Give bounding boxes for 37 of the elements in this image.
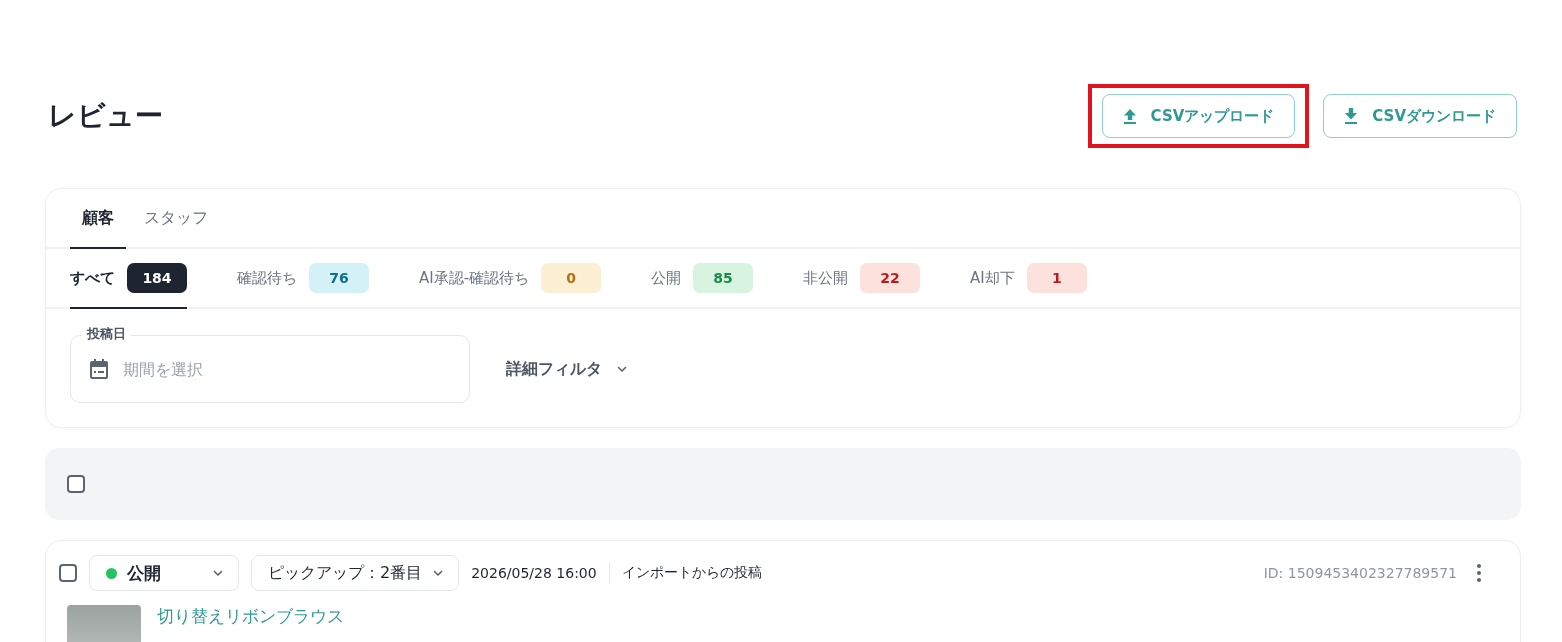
review-id: ID: 1509453402327789571: [1263, 565, 1457, 581]
status-tab[interactable]: 公開 85: [651, 249, 754, 309]
field-label: 投稿日: [82, 325, 131, 343]
count-badge: 0: [541, 263, 602, 293]
status-label: すべて: [70, 268, 115, 288]
post-date: 2026/05/28 16:00: [471, 565, 597, 581]
page-title: レビュー: [48, 98, 163, 134]
status-dropdown[interactable]: 公開: [89, 555, 239, 591]
count-badge: 1: [1026, 263, 1087, 293]
status-label: 公開: [651, 268, 682, 288]
status-label: AI承認-確認待ち: [419, 268, 530, 288]
advanced-filter-toggle[interactable]: 詳細フィルタ: [500, 357, 634, 381]
status-label: AI却下: [970, 268, 1015, 288]
audience-tab[interactable]: スタッフ: [132, 189, 220, 249]
csv-upload-button[interactable]: CSVアップロード: [1101, 94, 1296, 138]
count-badge: 76: [309, 263, 369, 293]
upload-icon: [1122, 108, 1137, 124]
status-tab[interactable]: 確認待ち 76: [237, 249, 369, 309]
download-icon: [1344, 108, 1359, 124]
audience-tab[interactable]: 顧客: [70, 189, 126, 249]
pickup-dropdown[interactable]: ピックアップ：2番目: [251, 555, 460, 591]
review-checkbox[interactable]: [59, 564, 77, 582]
post-source: インポートからの投稿: [621, 564, 762, 582]
status-tab[interactable]: 非公開 22: [803, 249, 921, 309]
count-badge: 184: [127, 263, 187, 293]
product-link[interactable]: 切り替えリボンブラウス: [157, 605, 344, 627]
status-tab[interactable]: AI却下 1: [970, 249, 1087, 309]
count-badge: 85: [693, 263, 754, 293]
csv-download-button[interactable]: CSVダウンロード: [1323, 94, 1517, 138]
calendar-icon: [90, 359, 108, 379]
status-tab[interactable]: すべて 184: [70, 249, 187, 309]
more-icon: [1477, 564, 1481, 582]
status-label: 確認待ち: [237, 268, 297, 288]
status-tab[interactable]: AI承認-確認待ち 0: [419, 249, 602, 309]
select-all-checkbox[interactable]: [67, 475, 85, 493]
count-badge: 22: [860, 263, 921, 293]
status-label: 非公開: [803, 268, 849, 288]
